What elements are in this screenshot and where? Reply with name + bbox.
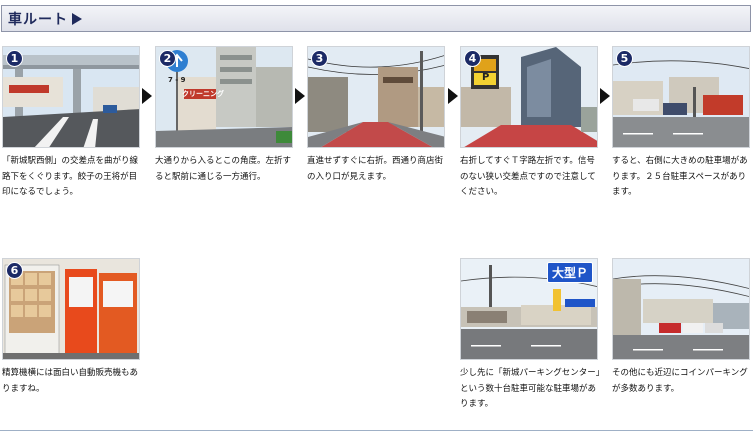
step-1-photo: 1: [2, 46, 140, 148]
step-4-caption: 右折してすぐＴ字路左折です。信号のない狭い交差点ですので注意してください。: [460, 156, 596, 197]
route-step-6: 6 精算機横には面白い自動販売機もありますね。: [2, 258, 140, 397]
large-parking-badge: 大型Ｐ: [546, 262, 593, 283]
step-8-photo: [612, 258, 750, 360]
step-number-badge: 2: [159, 50, 176, 67]
step-7-caption: 少し先に「新城パーキングセンター」という数十台駐車可能な駐車場があります。: [460, 368, 600, 409]
arrow-right-icon: [600, 88, 610, 104]
step-number-badge: 5: [616, 50, 633, 67]
route-step-7: 大型Ｐ 少し先に「新城パーキングセンター」という数十台駐車可能な駐車場があります…: [460, 258, 600, 413]
route-step-8: その他にも近辺にコインパーキングが多数あります。: [612, 258, 750, 397]
road-sign-text: 7 - 9: [168, 76, 186, 84]
route-step-4: 4 P 右折してすぐＴ字路左折です。信号のない狭い交差点ですので注意してください…: [460, 46, 598, 201]
step-3-photo: 3: [307, 46, 445, 148]
triangle-right-icon: [72, 12, 82, 25]
route-step-1: 1 「新城駅西側」の交差点を曲がり線路下をくぐります。餃子の王将が目印になるでし…: [2, 46, 140, 201]
arrow-right-icon: [295, 88, 305, 104]
arrow-right-icon: [142, 88, 152, 104]
step-2-caption: 大通りから入るとこの角度。左折すると駅前に通じる一方通行。: [155, 156, 292, 182]
route-section-header: 車ルート: [1, 5, 751, 32]
shop-sign-text: クリーニング: [182, 90, 224, 98]
arrow-right-icon: [448, 88, 458, 104]
step-7-photo: 大型Ｐ: [460, 258, 598, 360]
step-4-photo: 4 P: [460, 46, 598, 148]
step-number-badge: 6: [6, 262, 23, 279]
step-number-badge: 4: [464, 50, 481, 67]
route-step-2: 2 7 - 9 クリーニング 大通りから入るとこの角度。左折すると駅前に通じる一…: [155, 46, 293, 185]
step-1-caption: 「新城駅西側」の交差点を曲がり線路下をくぐります。餃子の王将が目印になるでしょう…: [2, 156, 139, 197]
step-number-badge: 3: [311, 50, 328, 67]
step-6-photo: 6: [2, 258, 140, 360]
step-6-caption: 精算機横には面白い自動販売機もありますね。: [2, 368, 139, 394]
step-number-badge: 1: [6, 50, 23, 67]
footer-divider: [0, 430, 753, 431]
route-step-5: 5 すると、右側に大きめの駐車場があります。２５台駐車スペースがあります。: [612, 46, 750, 201]
step-5-caption: すると、右側に大きめの駐車場があります。２５台駐車スペースがあります。: [612, 156, 748, 197]
step-5-photo: 5: [612, 46, 750, 148]
step-2-photo: 2 7 - 9 クリーニング: [155, 46, 293, 148]
step-3-caption: 直進せずすぐに右折。西通り商店街の入り口が見えます。: [307, 156, 444, 182]
step-8-caption: その他にも近辺にコインパーキングが多数あります。: [612, 368, 748, 394]
parking-sign-text: P: [482, 72, 490, 83]
route-step-3: 3 直進せずすぐに右折。西通り商店街の入り口が見えます。: [307, 46, 445, 185]
section-title: 車ルート: [8, 11, 68, 28]
